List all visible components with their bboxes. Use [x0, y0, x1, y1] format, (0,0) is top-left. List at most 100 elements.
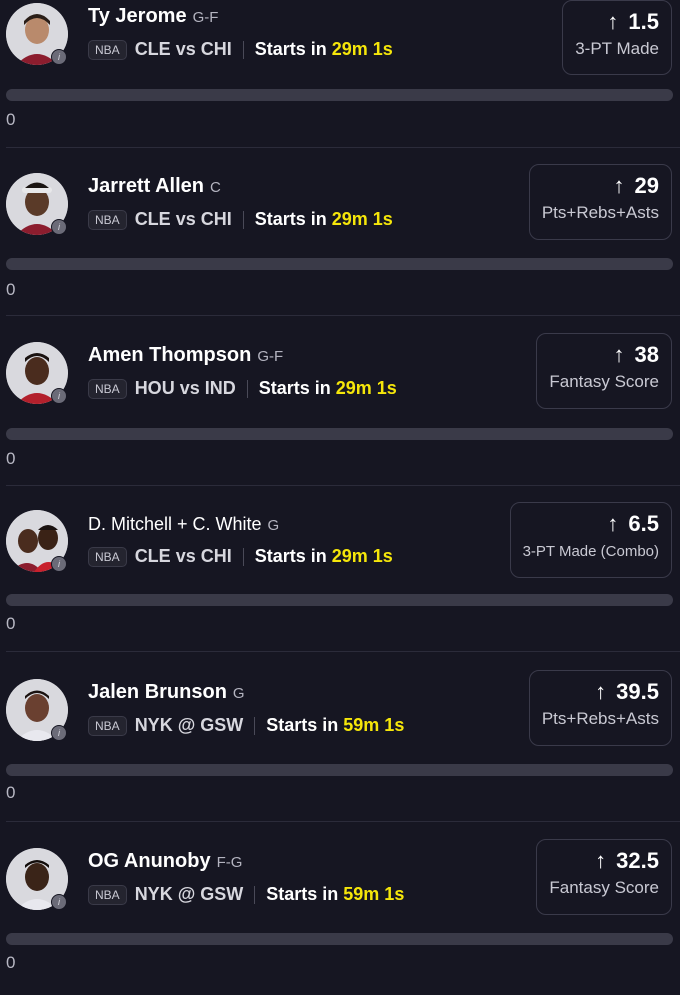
player-name-text: OG Anunoby — [88, 850, 211, 872]
progress-bar — [6, 764, 673, 776]
line-box[interactable]: ↑ 32.5 Fantasy Score — [536, 839, 672, 915]
prop-card[interactable]: i Amen Thompson G-F NBA HOU vs IND Starts… — [0, 333, 680, 489]
player-name: D. Mitchell + C. White G — [88, 514, 279, 535]
league-badge: NBA — [88, 378, 127, 399]
player-name-text: Jarrett Allen — [88, 175, 204, 197]
player-name-text: Amen Thompson — [88, 344, 252, 366]
player-name-text: Jalen Brunson — [88, 681, 227, 703]
progress-value: 0 — [6, 614, 16, 633]
starts-label: Starts in — [254, 39, 327, 59]
line-box[interactable]: ↑ 39.5 Pts+Rebs+Asts — [528, 670, 672, 746]
info-icon[interactable]: i — [51, 219, 67, 235]
line-number: 32.5 — [616, 848, 659, 873]
arrow-up-icon: ↑ — [595, 848, 607, 873]
prop-card[interactable]: i Jarrett Allen C NBA CLE vs CHI Starts i… — [0, 164, 680, 320]
arrow-up-icon: ↑ — [613, 342, 625, 367]
line-value: ↑ 38 — [549, 342, 659, 368]
league-badge: NBA — [88, 546, 127, 567]
arrow-up-icon: ↑ — [607, 9, 619, 34]
line-number: 1.5 — [628, 9, 659, 34]
player-name: Ty Jerome G-F — [88, 5, 218, 28]
player-name-text: Ty Jerome — [88, 5, 187, 27]
matchup: CLE vs CHI — [134, 209, 232, 229]
game-meta: NBA NYK @ GSW Starts in 59m 1s — [88, 715, 404, 736]
card-divider — [6, 485, 680, 486]
stat-type: 3-PT Made (Combo) — [522, 543, 659, 560]
progress-value: 0 — [6, 449, 16, 468]
countdown: 29m 1s — [331, 209, 393, 229]
info-icon[interactable]: i — [51, 556, 67, 572]
divider — [242, 547, 244, 566]
line-box[interactable]: ↑ 1.5 3-PT Made — [562, 0, 672, 75]
line-box[interactable]: ↑ 29 Pts+Rebs+Asts — [528, 164, 672, 240]
arrow-up-icon: ↑ — [613, 173, 625, 198]
stat-type: Pts+Rebs+Asts — [541, 709, 659, 728]
countdown: 59m 1s — [343, 715, 405, 735]
prop-card[interactable]: i Jalen Brunson G NBA NYK @ GSW Starts in… — [0, 670, 680, 826]
stat-type: 3-PT Made — [575, 39, 659, 58]
matchup: CLE vs CHI — [134, 546, 232, 566]
player-position: G — [267, 517, 280, 534]
game-meta: NBA HOU vs IND Starts in 29m 1s — [88, 378, 397, 399]
player-name: Amen Thompson G-F — [88, 344, 283, 367]
arrow-up-icon: ↑ — [607, 511, 619, 536]
progress-value: 0 — [6, 280, 16, 299]
matchup: NYK @ GSW — [134, 715, 244, 735]
countdown: 29m 1s — [331, 546, 393, 566]
line-value: ↑ 6.5 — [523, 511, 659, 537]
player-name: Jarrett Allen C — [88, 175, 221, 198]
progress-value: 0 — [6, 953, 16, 972]
arrow-up-icon: ↑ — [595, 679, 607, 704]
card-divider — [6, 821, 680, 822]
matchup: HOU vs IND — [134, 378, 236, 398]
prop-card[interactable]: i Ty Jerome G-F NBA CLE vs CHI Starts in … — [0, 0, 680, 150]
progress-bar — [6, 428, 673, 440]
info-icon[interactable]: i — [51, 49, 67, 65]
prop-card[interactable]: i D. Mitchell + C. White G NBA CLE vs CHI… — [0, 502, 680, 657]
countdown: 59m 1s — [343, 884, 405, 904]
player-name: OG Anunoby F-G — [88, 850, 242, 873]
stat-type: Fantasy Score — [549, 878, 659, 897]
player-name: Jalen Brunson G — [88, 681, 245, 704]
line-number: 38 — [634, 342, 659, 367]
countdown: 29m 1s — [331, 39, 393, 59]
line-value: ↑ 1.5 — [575, 9, 659, 35]
line-value: ↑ 32.5 — [549, 848, 659, 874]
starts-label: Starts in — [254, 209, 327, 229]
info-icon[interactable]: i — [51, 388, 67, 404]
game-meta: NBA NYK @ GSW Starts in 59m 1s — [88, 884, 404, 905]
info-icon[interactable]: i — [51, 725, 67, 741]
starts-label: Starts in — [258, 378, 331, 398]
divider — [242, 40, 244, 59]
line-number: 29 — [634, 173, 659, 198]
progress-bar — [6, 89, 673, 101]
player-position: G-F — [192, 9, 219, 26]
matchup: CLE vs CHI — [134, 39, 232, 59]
game-meta: NBA CLE vs CHI Starts in 29m 1s — [88, 209, 393, 230]
player-position: C — [209, 179, 221, 196]
progress-bar — [6, 258, 673, 270]
league-badge: NBA — [88, 209, 127, 230]
line-value: ↑ 29 — [542, 173, 659, 199]
league-badge: NBA — [88, 39, 127, 60]
progress-bar — [6, 933, 673, 945]
line-box[interactable]: ↑ 38 Fantasy Score — [536, 333, 672, 409]
progress-value: 0 — [6, 110, 16, 129]
divider — [254, 716, 256, 735]
progress-bar — [6, 594, 673, 606]
divider — [242, 210, 244, 229]
line-box[interactable]: ↑ 6.5 3-PT Made (Combo) — [509, 502, 672, 578]
prop-card[interactable]: i OG Anunoby F-G NBA NYK @ GSW Starts in … — [0, 839, 680, 995]
player-position: G — [232, 685, 245, 702]
card-divider — [6, 315, 680, 316]
progress-value: 0 — [6, 783, 16, 802]
line-number: 6.5 — [628, 511, 659, 536]
starts-label: Starts in — [254, 546, 327, 566]
info-icon[interactable]: i — [51, 894, 67, 910]
divider — [246, 379, 248, 398]
stat-type: Pts+Rebs+Asts — [541, 203, 659, 222]
line-number: 39.5 — [616, 679, 659, 704]
card-divider — [6, 651, 680, 652]
starts-label: Starts in — [266, 715, 339, 735]
divider — [254, 885, 256, 904]
